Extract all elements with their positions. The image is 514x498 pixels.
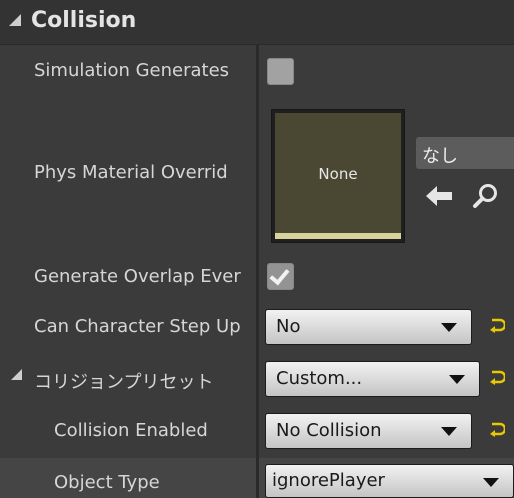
asset-picker-value: なし bbox=[422, 146, 458, 167]
simulation-generates-label: Simulation Generates bbox=[34, 60, 230, 81]
generate-overlap-events-checkbox[interactable] bbox=[267, 263, 294, 290]
dropdown-value: Custom... bbox=[276, 368, 363, 389]
arrow-left-icon[interactable] bbox=[426, 185, 454, 207]
section-header[interactable]: Collision bbox=[0, 0, 514, 45]
chevron-down-icon bbox=[441, 427, 457, 436]
collision-enabled-label: Collision Enabled bbox=[54, 420, 208, 441]
generate-overlap-events-label: Generate Overlap Ever bbox=[34, 266, 241, 287]
expand-triangle-icon[interactable] bbox=[9, 14, 21, 26]
chevron-down-icon bbox=[483, 478, 499, 487]
can-character-step-up-label: Can Character Step Up bbox=[34, 316, 241, 337]
collision-presets-dropdown[interactable]: Custom... bbox=[265, 361, 480, 397]
asset-picker-combo[interactable]: なし bbox=[416, 137, 514, 169]
object-type-label: Object Type bbox=[54, 472, 160, 493]
dropdown-value: No Collision bbox=[276, 420, 382, 441]
reset-to-default-icon[interactable] bbox=[489, 421, 505, 437]
simulation-generates-checkbox[interactable] bbox=[267, 58, 294, 85]
chevron-down-icon bbox=[441, 323, 457, 332]
collision-presets-label: コリジョンプリセット bbox=[34, 372, 214, 393]
thumbnail-type-bar bbox=[275, 233, 401, 239]
collision-enabled-dropdown[interactable]: No Collision bbox=[265, 413, 472, 449]
dropdown-value: ignorePlayer bbox=[272, 470, 385, 491]
chevron-down-icon bbox=[449, 375, 465, 384]
object-type-dropdown[interactable]: ignorePlayer bbox=[265, 464, 514, 498]
thumbnail-label: None bbox=[318, 165, 358, 183]
check-icon bbox=[269, 264, 290, 286]
column-splitter[interactable] bbox=[256, 45, 259, 498]
phys-material-override-label: Phys Material Overrid bbox=[34, 162, 228, 183]
asset-thumbnail[interactable]: None bbox=[271, 109, 405, 243]
expand-triangle-icon[interactable] bbox=[11, 369, 22, 380]
dropdown-value: No bbox=[276, 316, 301, 337]
section-title: Collision bbox=[31, 8, 137, 33]
search-icon[interactable] bbox=[473, 183, 499, 209]
reset-to-default-icon[interactable] bbox=[489, 369, 505, 385]
can-character-step-up-dropdown[interactable]: No bbox=[265, 309, 472, 345]
reset-to-default-icon[interactable] bbox=[489, 317, 505, 333]
